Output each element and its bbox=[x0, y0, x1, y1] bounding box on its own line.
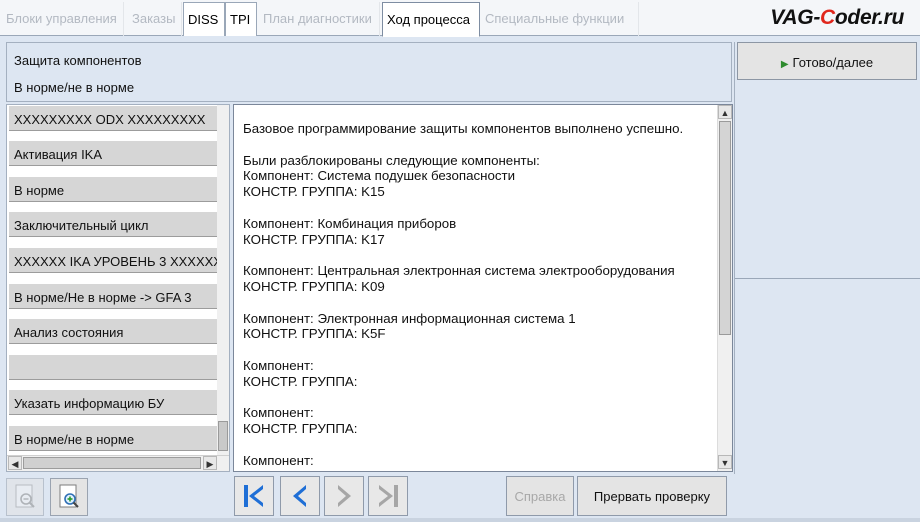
step-item[interactable]: XXXXXXXXX ODX XXXXXXXXX bbox=[9, 105, 219, 131]
tab-control-units[interactable]: Блоки управления bbox=[2, 2, 124, 36]
back-icon bbox=[293, 485, 306, 507]
step-list-vertical-scrollbar[interactable] bbox=[217, 105, 229, 455]
scroll-right-icon[interactable]: ▶ bbox=[203, 456, 217, 470]
tab-orders[interactable]: Заказы bbox=[128, 2, 182, 36]
procedure-status: В норме/не в норме bbox=[14, 80, 135, 95]
bottom-toolbar: Справка Прервать проверку bbox=[0, 474, 920, 522]
first-step-button[interactable] bbox=[234, 476, 274, 516]
tab-diagnostic-plan[interactable]: План диагностики bbox=[259, 2, 380, 36]
message-scroll-thumb[interactable] bbox=[719, 121, 731, 335]
step-list: XXXXXXXXX ODX XXXXXXXXX Активация IKA В … bbox=[6, 104, 230, 472]
last-icon bbox=[379, 485, 398, 507]
tab-bar: Блоки управления Заказы DISS TPI План ди… bbox=[0, 0, 920, 37]
tab-process-progress[interactable]: Ход процесса bbox=[382, 2, 480, 37]
scroll-left-icon[interactable]: ◀ bbox=[8, 456, 22, 470]
right-panel-divider bbox=[735, 278, 920, 279]
step-item[interactable] bbox=[9, 354, 219, 380]
first-icon bbox=[244, 485, 263, 507]
zoom-in-button[interactable] bbox=[50, 478, 88, 516]
done-next-label: Готово/далее bbox=[792, 55, 874, 70]
play-icon: ▶ bbox=[780, 59, 789, 70]
step-item[interactable]: Указать информацию БУ bbox=[9, 389, 219, 415]
zoom-in-icon bbox=[59, 484, 79, 508]
step-list-scroll-thumb[interactable] bbox=[218, 421, 228, 451]
done-next-button[interactable]: ▶ Готово/далее bbox=[737, 42, 917, 80]
tab-diss[interactable]: DISS bbox=[183, 2, 225, 36]
procedure-title: Защита компонентов bbox=[14, 53, 142, 68]
forward-icon bbox=[338, 485, 351, 507]
step-item[interactable]: В норме/Не в норме -> GFA 3 bbox=[9, 283, 219, 309]
message-panel: Базовое программирование защиты компонен… bbox=[233, 104, 733, 472]
step-item[interactable]: XXXXXX IKA УРОВЕНЬ 3 XXXXXX bbox=[9, 247, 219, 273]
last-step-button[interactable] bbox=[368, 476, 408, 516]
step-item[interactable]: Заключительный цикл bbox=[9, 211, 219, 237]
watermark-highlight: C bbox=[820, 6, 835, 29]
step-item[interactable]: В норме bbox=[9, 176, 219, 202]
scroll-up-icon[interactable]: ▲ bbox=[718, 105, 732, 119]
zoom-out-button[interactable] bbox=[6, 478, 44, 516]
zoom-out-icon bbox=[15, 484, 35, 508]
message-text: Базовое программирование защиты компонен… bbox=[243, 121, 684, 471]
right-panel: ▶ Готово/далее bbox=[734, 42, 920, 516]
procedure-header: Защита компонентов В норме/не в норме bbox=[6, 42, 732, 102]
status-strip bbox=[0, 518, 920, 522]
forward-button[interactable] bbox=[324, 476, 364, 516]
watermark-logo: VAG-Coder.ru bbox=[770, 6, 904, 30]
back-button[interactable] bbox=[280, 476, 320, 516]
cancel-test-button[interactable]: Прервать проверку bbox=[577, 476, 727, 516]
message-vertical-scrollbar[interactable]: ▲ ▼ bbox=[717, 105, 732, 471]
step-item[interactable]: Анализ состояния bbox=[9, 318, 219, 344]
watermark-suffix: oder.ru bbox=[834, 6, 904, 29]
help-button[interactable]: Справка bbox=[506, 476, 574, 516]
step-item[interactable]: В норме/не в норме bbox=[9, 425, 219, 451]
tab-special-functions[interactable]: Специальные функции bbox=[481, 2, 639, 36]
step-item[interactable]: Активация IKA bbox=[9, 140, 219, 166]
scroll-down-icon[interactable]: ▼ bbox=[718, 455, 732, 469]
tab-tpi[interactable]: TPI bbox=[225, 2, 257, 36]
step-list-horizontal-scrollbar[interactable]: ◀ ▶ bbox=[7, 455, 229, 471]
step-list-hscroll-thumb[interactable] bbox=[23, 457, 201, 469]
watermark-prefix: VAG- bbox=[770, 6, 821, 29]
